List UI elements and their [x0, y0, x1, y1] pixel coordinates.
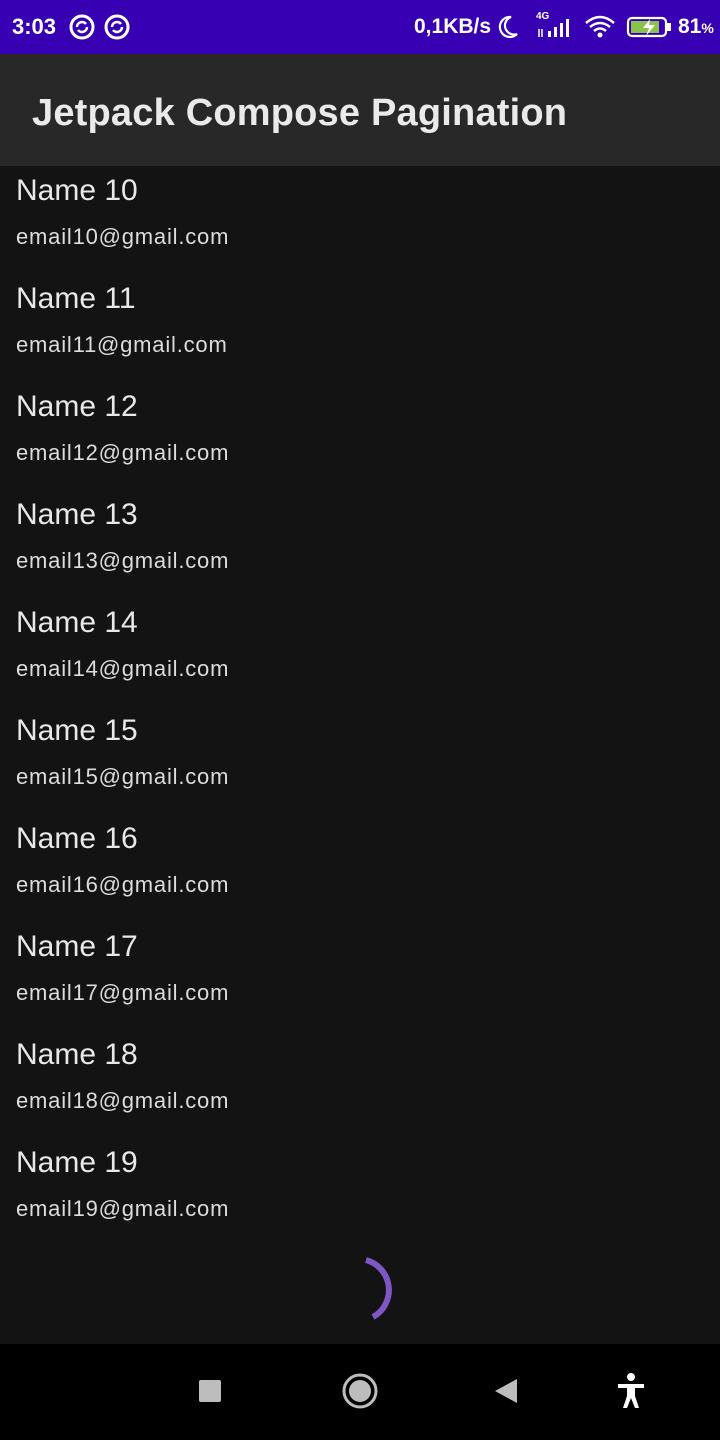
list-item[interactable]: Name 11 email11@gmail.com — [0, 274, 720, 382]
battery-unit: % — [701, 20, 714, 36]
status-bar: 3:03 0,1KB/s 4G 81% — [0, 0, 720, 54]
item-name: Name 14 — [16, 606, 138, 639]
item-name: Name 16 — [16, 822, 138, 855]
list-item[interactable]: Name 14 email14@gmail.com — [0, 598, 720, 706]
list-item[interactable]: Name 10 email10@gmail.com — [0, 166, 720, 274]
item-email: email14@gmail.com — [16, 656, 230, 681]
back-triangle-icon[interactable] — [481, 1366, 531, 1416]
item-email: email16@gmail.com — [16, 872, 230, 897]
accessibility-icon[interactable] — [606, 1366, 656, 1416]
item-name: Name 19 — [16, 1146, 138, 1179]
item-email: email19@gmail.com — [16, 1196, 230, 1221]
loading-spinner-icon — [330, 1256, 400, 1326]
status-time: 3:03 — [12, 14, 57, 39]
sync-icon — [68, 13, 96, 41]
list-item[interactable]: Name 16 email16@gmail.com — [0, 814, 720, 922]
navigation-bar — [0, 1344, 720, 1440]
list-item[interactable]: Name 13 email13@gmail.com — [0, 490, 720, 598]
battery-charging-icon — [626, 13, 674, 41]
item-name: Name 15 — [16, 714, 138, 747]
item-email: email11@gmail.com — [16, 332, 228, 357]
list-item[interactable]: Name 15 email15@gmail.com — [0, 706, 720, 814]
item-email: email17@gmail.com — [16, 980, 230, 1005]
item-email: email18@gmail.com — [16, 1088, 230, 1113]
list-item[interactable]: Name 19 email19@gmail.com — [0, 1138, 720, 1246]
item-name: Name 10 — [16, 174, 138, 207]
app-title: Jetpack Compose Pagination — [32, 92, 568, 134]
recents-square-icon[interactable] — [185, 1366, 235, 1416]
item-email: email12@gmail.com — [16, 440, 230, 465]
item-email: email10@gmail.com — [16, 224, 230, 249]
app-bar: Jetpack Compose Pagination — [0, 54, 720, 166]
wifi-icon — [583, 13, 617, 41]
network-speed: 0,1KB/s — [414, 15, 492, 38]
list-item[interactable]: Name 18 email18@gmail.com — [0, 1030, 720, 1138]
item-name: Name 18 — [16, 1038, 138, 1071]
home-circle-icon[interactable] — [335, 1366, 385, 1416]
battery-level: 81 — [678, 15, 702, 38]
sync-icon — [103, 13, 131, 41]
moon-icon — [496, 13, 520, 41]
item-name: Name 11 — [16, 282, 136, 315]
item-email: email15@gmail.com — [16, 764, 230, 789]
item-name: Name 17 — [16, 930, 138, 963]
list-item[interactable]: Name 17 email17@gmail.com — [0, 922, 720, 1030]
item-name: Name 12 — [16, 390, 138, 423]
signal-icon — [536, 13, 574, 41]
item-email: email13@gmail.com — [16, 548, 230, 573]
user-list[interactable]: Name 10 email10@gmail.com Name 11 email1… — [0, 166, 720, 1246]
list-item[interactable]: Name 12 email12@gmail.com — [0, 382, 720, 490]
item-name: Name 13 — [16, 498, 138, 531]
